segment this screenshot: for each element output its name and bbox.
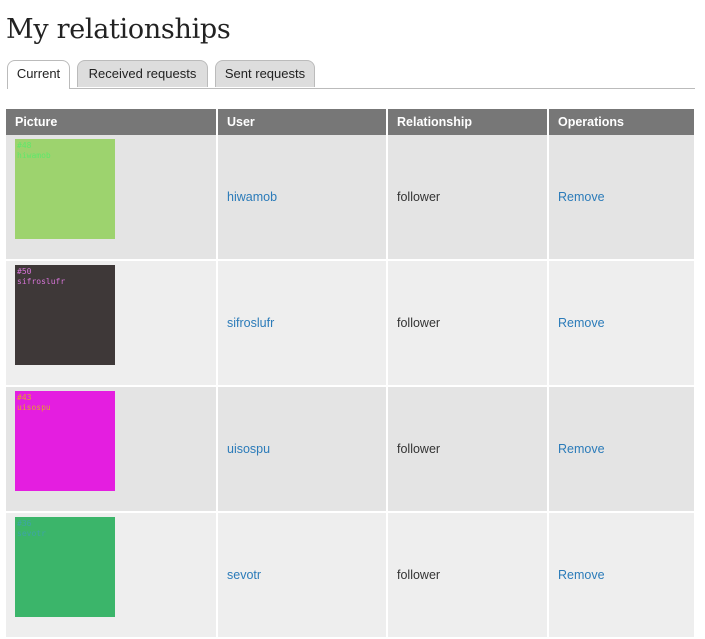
table-header: Picture User Relationship Operations — [6, 109, 694, 135]
header-picture: Picture — [6, 109, 218, 135]
relationship-type: follower — [397, 316, 441, 330]
user-link[interactable]: sevotr — [227, 568, 261, 582]
table-row: #43 uisospu uisospu follower Remove — [6, 387, 694, 513]
avatar-name: sifroslufr — [17, 277, 66, 286]
user-link[interactable]: uisospu — [227, 442, 270, 456]
avatar-number: #48 — [17, 141, 32, 150]
relationship-type: follower — [397, 190, 441, 204]
avatar-number: #36 — [17, 519, 32, 528]
avatar-number: #43 — [17, 393, 32, 402]
user-link[interactable]: hiwamob — [227, 190, 277, 204]
relationship-type: follower — [397, 442, 441, 456]
avatar[interactable]: #36 sevotr — [15, 517, 115, 617]
tab-received-requests[interactable]: Received requests — [77, 60, 208, 87]
table-row: #36 sevotr sevotr follower Remove — [6, 513, 694, 639]
avatar-number: #50 — [17, 267, 32, 276]
avatar-name: hiwamob — [17, 151, 51, 160]
avatar[interactable]: #43 uisospu — [15, 391, 115, 491]
avatar-name: sevotr — [17, 529, 46, 538]
remove-link[interactable]: Remove — [558, 568, 605, 582]
tab-current[interactable]: Current — [7, 60, 70, 89]
header-relationship: Relationship — [388, 109, 549, 135]
header-user: User — [218, 109, 388, 135]
avatar[interactable]: #48 hiwamob — [15, 139, 115, 239]
remove-link[interactable]: Remove — [558, 190, 605, 204]
relationship-type: follower — [397, 568, 441, 582]
header-operations: Operations — [558, 115, 624, 129]
avatar-name: uisospu — [17, 403, 51, 412]
remove-link[interactable]: Remove — [558, 442, 605, 456]
relationships-table: Picture User Relationship Operations #48… — [6, 109, 694, 639]
user-link[interactable]: sifroslufr — [227, 316, 274, 330]
table-row: #48 hiwamob hiwamob follower Remove — [6, 135, 694, 261]
table-row: #50 sifroslufr sifroslufr follower Remov… — [6, 261, 694, 387]
tab-bar: Current Received requests Sent requests — [7, 60, 695, 89]
remove-link[interactable]: Remove — [558, 316, 605, 330]
tab-sent-requests[interactable]: Sent requests — [215, 60, 315, 87]
avatar[interactable]: #50 sifroslufr — [15, 265, 115, 365]
page-title: My relationships — [6, 14, 231, 45]
